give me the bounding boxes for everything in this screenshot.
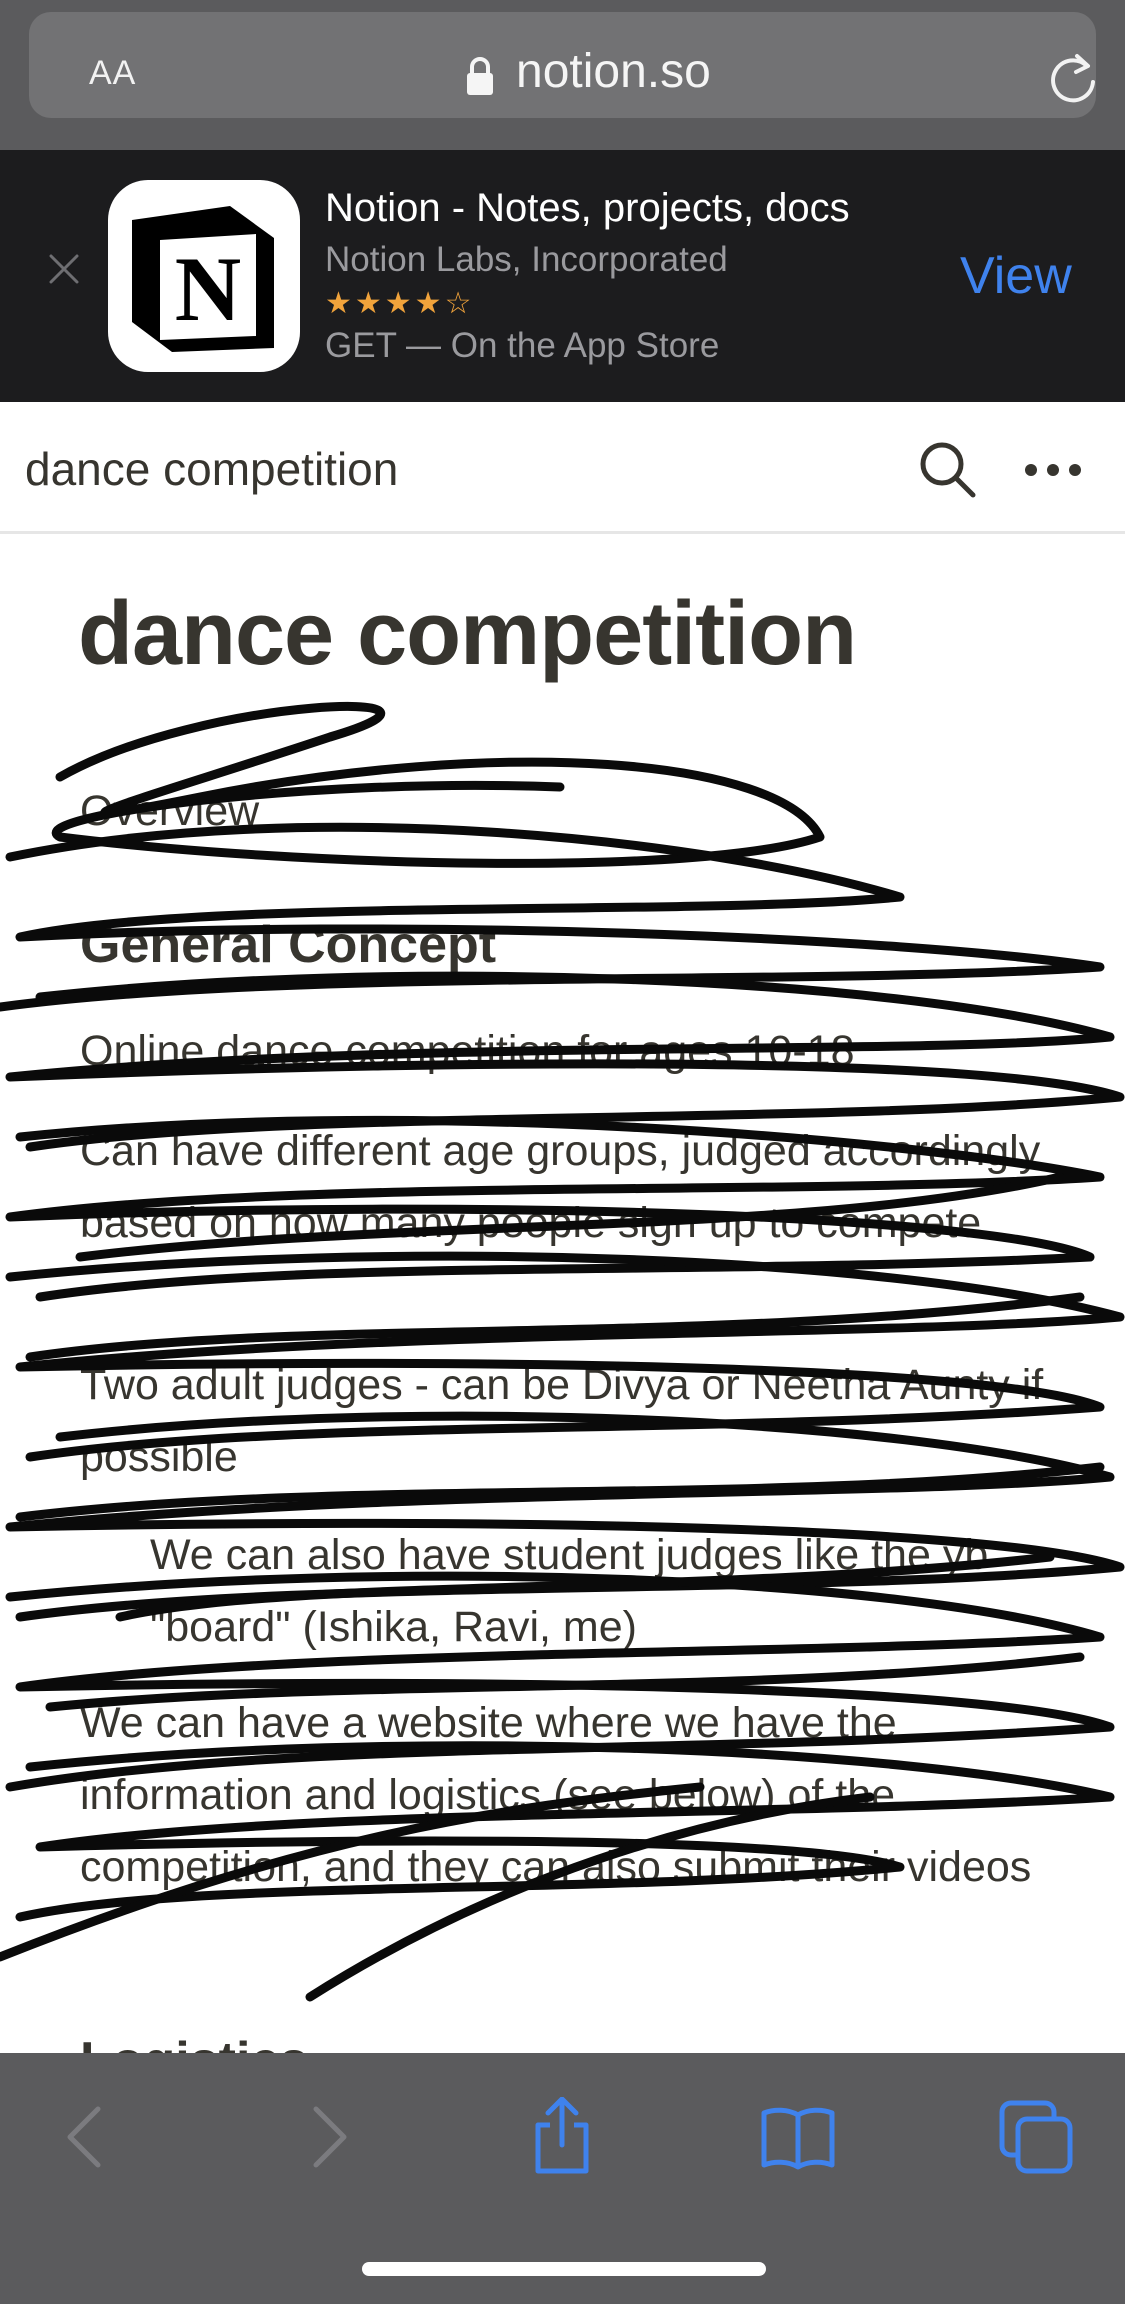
lock-icon — [467, 57, 493, 95]
reload-icon[interactable] — [1047, 50, 1099, 106]
text-size-label: AA — [89, 54, 137, 92]
app-store-get-line: GET — On the App Store — [325, 326, 720, 365]
text-size-button[interactable]: AA — [89, 54, 136, 93]
paragraph: Online dance competition for ages 10-18 — [80, 1027, 855, 1075]
app-name: Notion - Notes, projects, docs — [325, 186, 850, 230]
indented-paragraph: We can also have student judges like the… — [150, 1531, 989, 1651]
notion-top-bar: dance competition — [0, 402, 1125, 534]
more-options-icon[interactable] — [1022, 458, 1084, 482]
notion-logo-letter: N — [175, 238, 241, 340]
forward-icon[interactable] — [288, 2097, 368, 2177]
page-content: dance competition Overview General Conce… — [0, 537, 1125, 2053]
section-heading: Logistics — [80, 2025, 308, 2053]
overview-text: Overview — [80, 787, 260, 835]
breadcrumb[interactable]: dance competition — [25, 442, 398, 496]
paragraph: We can have a website where we have the … — [80, 1699, 1032, 1891]
section-heading: General Concept — [80, 916, 497, 974]
paragraph: Two adult judges - can be Divya or Neeth… — [80, 1361, 1044, 1481]
close-icon[interactable] — [47, 252, 81, 286]
share-icon[interactable] — [522, 2097, 602, 2177]
tabs-icon[interactable] — [996, 2097, 1076, 2177]
page-title: dance competition — [78, 584, 857, 684]
search-icon[interactable] — [916, 438, 978, 500]
back-icon[interactable] — [46, 2097, 126, 2177]
paragraph: Can have different age groups, judged ac… — [80, 1127, 1041, 1247]
browser-address-area: AA notion.so — [0, 0, 1125, 150]
home-indicator[interactable] — [362, 2262, 766, 2276]
app-rating-stars: ★★★★☆ — [325, 287, 475, 320]
notion-logo-icon: N — [132, 206, 274, 352]
address-bar[interactable]: AA notion.so — [29, 12, 1096, 118]
url-domain: notion.so — [516, 45, 711, 98]
app-store-banner: N Notion - Notes, projects, docs Notion … — [0, 150, 1125, 402]
notion-app-icon[interactable]: N — [108, 180, 300, 372]
app-developer: Notion Labs, Incorporated — [325, 240, 728, 279]
view-app-button[interactable]: View — [960, 246, 1072, 306]
bookmarks-icon[interactable] — [758, 2097, 838, 2177]
